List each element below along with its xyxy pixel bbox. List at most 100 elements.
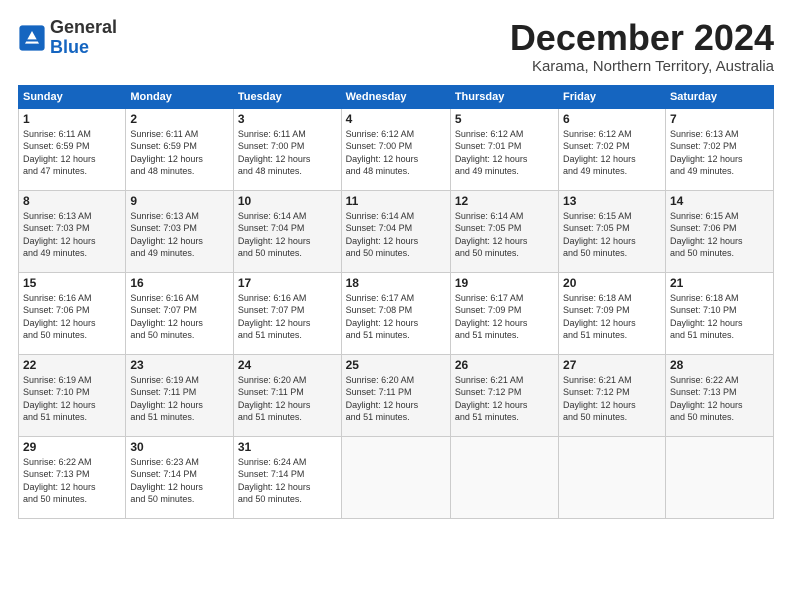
calendar-header: Sunday Monday Tuesday Wednesday Thursday… <box>19 85 774 108</box>
calendar-cell: 27 Sunrise: 6:21 AM Sunset: 7:12 PM Dayli… <box>559 354 666 436</box>
day-number: 1 <box>23 112 121 126</box>
calendar-cell: 19Sunrise: 6:17 AM Sunset: 7:09 PM Dayli… <box>450 272 558 354</box>
day-number: 29 <box>23 440 121 454</box>
calendar-cell <box>341 436 450 518</box>
day-detail: Sunrise: 6:17 AM Sunset: 7:08 PM Dayligh… <box>346 292 446 342</box>
calendar-week-1: 1 Sunrise: 6:11 AM Sunset: 6:59 PM Daylig… <box>19 108 774 190</box>
day-number: 14 <box>670 194 769 208</box>
day-number: 26 <box>455 358 554 372</box>
calendar-cell: 21Sunrise: 6:18 AM Sunset: 7:10 PM Dayli… <box>665 272 773 354</box>
logo-general: General <box>50 17 117 37</box>
calendar-cell: 4Sunrise: 6:12 AM Sunset: 7:00 PM Daylig… <box>341 108 450 190</box>
day-number: 12 <box>455 194 554 208</box>
day-number: 17 <box>238 276 337 290</box>
day-detail: Sunrise: 6:13 AM Sunset: 7:03 PM Dayligh… <box>23 210 121 260</box>
day-number: 20 <box>563 276 661 290</box>
calendar-cell: 10Sunrise: 6:14 AM Sunset: 7:04 PM Dayli… <box>233 190 341 272</box>
calendar-cell: 31Sunrise: 6:24 AM Sunset: 7:14 PM Dayli… <box>233 436 341 518</box>
calendar-cell: 28Sunrise: 6:22 AM Sunset: 7:13 PM Dayli… <box>665 354 773 436</box>
day-detail: Sunrise: 6:15 AM Sunset: 7:06 PM Dayligh… <box>670 210 769 260</box>
day-number: 30 <box>130 440 229 454</box>
calendar-cell: 9 Sunrise: 6:13 AM Sunset: 7:03 PM Daylig… <box>126 190 234 272</box>
day-detail: Sunrise: 6:11 AM Sunset: 6:59 PM Dayligh… <box>130 128 229 178</box>
weekday-header-row: Sunday Monday Tuesday Wednesday Thursday… <box>19 85 774 108</box>
calendar-cell: 5Sunrise: 6:12 AM Sunset: 7:01 PM Daylig… <box>450 108 558 190</box>
day-number: 5 <box>455 112 554 126</box>
calendar-cell: 8 Sunrise: 6:13 AM Sunset: 7:03 PM Daylig… <box>19 190 126 272</box>
calendar-table: Sunday Monday Tuesday Wednesday Thursday… <box>18 85 774 519</box>
day-number: 19 <box>455 276 554 290</box>
day-detail: Sunrise: 6:12 AM Sunset: 7:00 PM Dayligh… <box>346 128 446 178</box>
calendar-week-3: 15 Sunrise: 6:16 AM Sunset: 7:06 PM Dayli… <box>19 272 774 354</box>
calendar-cell: 29 Sunrise: 6:22 AM Sunset: 7:13 PM Dayli… <box>19 436 126 518</box>
header-sunday: Sunday <box>19 85 126 108</box>
calendar-cell: 2Sunrise: 6:11 AM Sunset: 6:59 PM Daylig… <box>126 108 234 190</box>
title-block: December 2024 Karama, Northern Territory… <box>510 18 774 75</box>
calendar-cell <box>450 436 558 518</box>
calendar-cell: 30 Sunrise: 6:23 AM Sunset: 7:14 PM Dayli… <box>126 436 234 518</box>
day-detail: Sunrise: 6:23 AM Sunset: 7:14 PM Dayligh… <box>130 456 229 506</box>
day-detail: Sunrise: 6:14 AM Sunset: 7:05 PM Dayligh… <box>455 210 554 260</box>
day-number: 3 <box>238 112 337 126</box>
calendar-cell: 11Sunrise: 6:14 AM Sunset: 7:04 PM Dayli… <box>341 190 450 272</box>
day-detail: Sunrise: 6:15 AM Sunset: 7:05 PM Dayligh… <box>563 210 661 260</box>
day-detail: Sunrise: 6:16 AM Sunset: 7:07 PM Dayligh… <box>238 292 337 342</box>
day-detail: Sunrise: 6:13 AM Sunset: 7:02 PM Dayligh… <box>670 128 769 178</box>
page: General Blue December 2024 Karama, North… <box>0 0 792 612</box>
month-title: December 2024 <box>510 18 774 58</box>
day-number: 22 <box>23 358 121 372</box>
day-number: 25 <box>346 358 446 372</box>
calendar-cell: 3 Sunrise: 6:11 AM Sunset: 7:00 PM Daylig… <box>233 108 341 190</box>
calendar-cell: 23 Sunrise: 6:19 AM Sunset: 7:11 PM Dayli… <box>126 354 234 436</box>
header-saturday: Saturday <box>665 85 773 108</box>
day-number: 24 <box>238 358 337 372</box>
day-detail: Sunrise: 6:21 AM Sunset: 7:12 PM Dayligh… <box>563 374 661 424</box>
location-subtitle: Karama, Northern Territory, Australia <box>510 58 774 75</box>
day-number: 8 <box>23 194 121 208</box>
day-detail: Sunrise: 6:20 AM Sunset: 7:11 PM Dayligh… <box>346 374 446 424</box>
day-number: 7 <box>670 112 769 126</box>
day-detail: Sunrise: 6:19 AM Sunset: 7:11 PM Dayligh… <box>130 374 229 424</box>
day-number: 9 <box>130 194 229 208</box>
calendar-cell <box>665 436 773 518</box>
header-friday: Friday <box>559 85 666 108</box>
day-detail: Sunrise: 6:24 AM Sunset: 7:14 PM Dayligh… <box>238 456 337 506</box>
calendar-cell: 24 Sunrise: 6:20 AM Sunset: 7:11 PM Dayli… <box>233 354 341 436</box>
calendar-cell: 15 Sunrise: 6:16 AM Sunset: 7:06 PM Dayli… <box>19 272 126 354</box>
day-detail: Sunrise: 6:16 AM Sunset: 7:07 PM Dayligh… <box>130 292 229 342</box>
day-number: 6 <box>563 112 661 126</box>
calendar-cell: 25 Sunrise: 6:20 AM Sunset: 7:11 PM Dayli… <box>341 354 450 436</box>
day-detail: Sunrise: 6:20 AM Sunset: 7:11 PM Dayligh… <box>238 374 337 424</box>
calendar-cell: 26 Sunrise: 6:21 AM Sunset: 7:12 PM Dayli… <box>450 354 558 436</box>
header-wednesday: Wednesday <box>341 85 450 108</box>
calendar-cell: 12 Sunrise: 6:14 AM Sunset: 7:05 PM Dayli… <box>450 190 558 272</box>
calendar-week-4: 22Sunrise: 6:19 AM Sunset: 7:10 PM Dayli… <box>19 354 774 436</box>
day-number: 15 <box>23 276 121 290</box>
day-number: 16 <box>130 276 229 290</box>
day-detail: Sunrise: 6:22 AM Sunset: 7:13 PM Dayligh… <box>23 456 121 506</box>
logo-blue: Blue <box>50 37 89 57</box>
day-detail: Sunrise: 6:21 AM Sunset: 7:12 PM Dayligh… <box>455 374 554 424</box>
day-detail: Sunrise: 6:11 AM Sunset: 7:00 PM Dayligh… <box>238 128 337 178</box>
calendar-cell: 22Sunrise: 6:19 AM Sunset: 7:10 PM Dayli… <box>19 354 126 436</box>
header: General Blue December 2024 Karama, North… <box>18 18 774 75</box>
calendar-cell <box>559 436 666 518</box>
day-detail: Sunrise: 6:12 AM Sunset: 7:02 PM Dayligh… <box>563 128 661 178</box>
header-tuesday: Tuesday <box>233 85 341 108</box>
calendar-cell: 14 Sunrise: 6:15 AM Sunset: 7:06 PM Dayli… <box>665 190 773 272</box>
day-detail: Sunrise: 6:14 AM Sunset: 7:04 PM Dayligh… <box>238 210 337 260</box>
calendar-cell: 20 Sunrise: 6:18 AM Sunset: 7:09 PM Dayli… <box>559 272 666 354</box>
day-detail: Sunrise: 6:16 AM Sunset: 7:06 PM Dayligh… <box>23 292 121 342</box>
calendar-cell: 16 Sunrise: 6:16 AM Sunset: 7:07 PM Dayli… <box>126 272 234 354</box>
day-number: 23 <box>130 358 229 372</box>
calendar-cell: 17 Sunrise: 6:16 AM Sunset: 7:07 PM Dayli… <box>233 272 341 354</box>
day-detail: Sunrise: 6:13 AM Sunset: 7:03 PM Dayligh… <box>130 210 229 260</box>
calendar-week-2: 8 Sunrise: 6:13 AM Sunset: 7:03 PM Daylig… <box>19 190 774 272</box>
logo-icon <box>18 24 46 52</box>
calendar-body: 1 Sunrise: 6:11 AM Sunset: 6:59 PM Daylig… <box>19 108 774 518</box>
day-number: 27 <box>563 358 661 372</box>
day-detail: Sunrise: 6:18 AM Sunset: 7:09 PM Dayligh… <box>563 292 661 342</box>
day-number: 21 <box>670 276 769 290</box>
header-monday: Monday <box>126 85 234 108</box>
calendar-cell: 18Sunrise: 6:17 AM Sunset: 7:08 PM Dayli… <box>341 272 450 354</box>
